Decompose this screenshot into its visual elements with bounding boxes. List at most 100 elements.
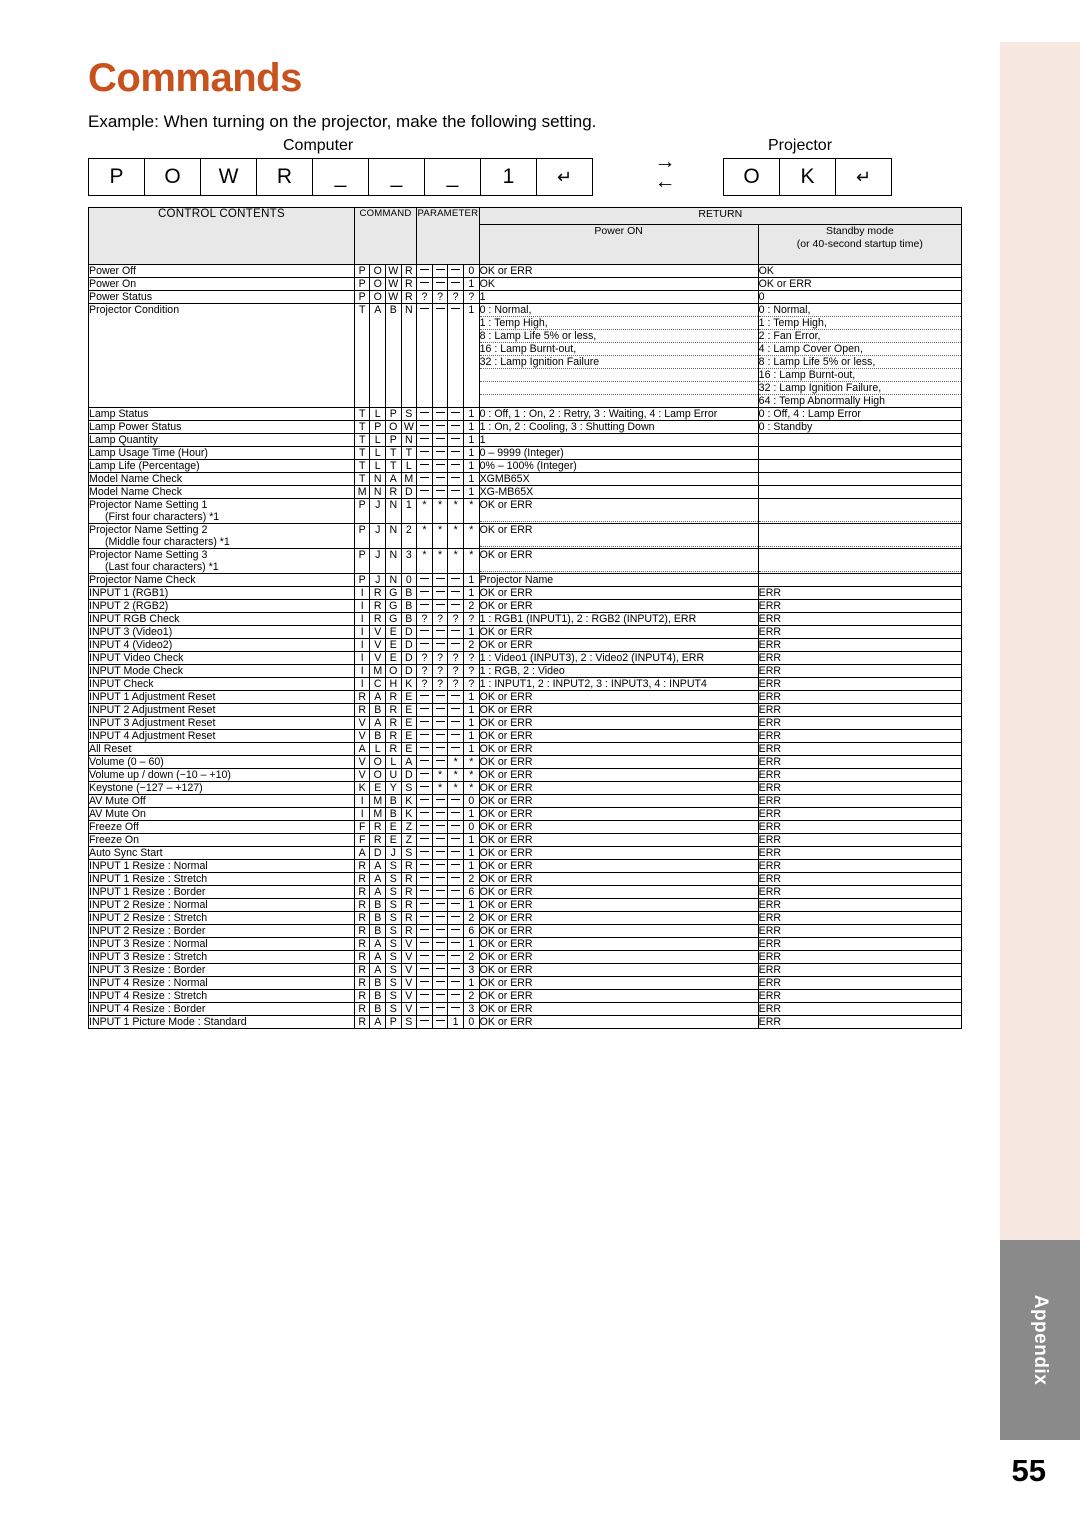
cell-command-char: A: [369, 859, 387, 873]
space-glyph: [451, 994, 461, 996]
cell-command-char: A: [369, 872, 387, 886]
cell-return-power-on: 16 : Lamp Burnt-out,: [478, 342, 759, 356]
cell-command-char: R: [353, 885, 371, 899]
cell-command-char: S: [385, 1002, 402, 1016]
cell-return-power-on: OK or ERR: [478, 497, 759, 523]
space-glyph: [435, 643, 445, 645]
cell-parameter-char: *: [416, 523, 433, 549]
cell-parameter-char: [447, 420, 464, 434]
space-glyph: [419, 929, 429, 931]
table-row: INPUT 2 Resize : Border R B S R 6 OK or ERR ERR: [88, 924, 963, 938]
cell-return-standby: 0 : Standby: [757, 420, 963, 434]
cell-return-standby: ERR: [757, 651, 963, 665]
space-glyph: [419, 591, 429, 593]
cell-return-power-on: 0% – 100% (Integer): [478, 459, 759, 473]
cell-parameter-char: 0: [463, 794, 480, 808]
cell-command-char: R: [385, 716, 402, 730]
cell-return-power-on: 0 : Normal,: [478, 303, 759, 317]
cell-return-standby: ERR: [757, 638, 963, 652]
control-contents-label: INPUT 1 (RGB1): [89, 587, 169, 599]
cell-return-standby: ERR: [757, 729, 963, 743]
cell-command-char: B: [401, 599, 418, 613]
cell-command-char: R: [353, 898, 371, 912]
key-1: 1: [480, 158, 537, 196]
table-row: AV Mute On I M B K 1 OK or ERR ERR: [88, 807, 963, 821]
cell-parameter-char: [416, 859, 433, 873]
cell-parameter-char: [416, 420, 433, 434]
cell-command-char: I: [353, 612, 371, 626]
cell-command-char: J: [385, 846, 402, 860]
cell-command-char: G: [385, 612, 402, 626]
cell-return-standby: ERR: [757, 599, 963, 613]
cell-return-power-on: OK or ERR: [478, 924, 759, 938]
cell-return-standby: ERR: [757, 833, 963, 847]
table-row: INPUT 4 Resize : Border R B S V 3 OK or ERR ERR: [88, 1002, 963, 1016]
cell-command-char: V: [401, 963, 418, 977]
table-row: Projector Name Setting 1 (First four char…: [88, 497, 963, 524]
cell-parameter-char: 3: [463, 963, 480, 977]
cell-parameter-char: ?: [432, 664, 449, 678]
cell-command-char: H: [385, 677, 402, 691]
cell-command-char: B: [369, 989, 387, 1003]
space-glyph: [435, 916, 445, 918]
cell-command-char: E: [401, 742, 418, 756]
cell-parameter-char: 2: [463, 872, 480, 886]
commands-table: CONTROL CONTENTS COMMAND PARAMETER RETUR…: [88, 206, 963, 1029]
cell-control-contents: AV Mute Off: [88, 794, 355, 808]
cell-parameter-char: [416, 807, 433, 821]
cell-command-char: R: [385, 690, 402, 704]
cell-command-char: P: [385, 433, 402, 447]
cell-control-contents: INPUT 3 Resize : Normal: [88, 937, 355, 951]
control-contents-label: INPUT 2 Resize : Border: [89, 925, 206, 937]
cell-command-char: I: [353, 638, 371, 652]
space-glyph: [451, 864, 461, 866]
space-glyph: [451, 851, 461, 853]
projector-response-keys: O K ↵: [723, 158, 892, 196]
control-contents-label: INPUT 4 Resize : Border: [89, 1003, 206, 1015]
cell-command-char: V: [353, 716, 371, 730]
cell-command-char: S: [385, 989, 402, 1003]
cell-parameter-char: [447, 729, 464, 743]
cell-control-contents: INPUT 2 Resize : Normal: [88, 898, 355, 912]
arrow-left-icon: ←: [654, 170, 676, 193]
cell-parameter-char: [432, 742, 449, 756]
cell-return-standby: 16 : Lamp Burnt-out,: [757, 368, 963, 382]
cell-command-char: R: [369, 820, 387, 834]
cell-parameter-char: ?: [432, 651, 449, 665]
cell-command-char: S: [385, 898, 402, 912]
cell-command-char: I: [353, 599, 371, 613]
cell-parameter-char: *: [432, 548, 449, 574]
cell-parameter-char: [447, 625, 464, 639]
table-row: INPUT 4 Resize : Stretch R B S V 2 OK or ERR ER…: [88, 989, 963, 1003]
cell-command-char: R: [385, 729, 402, 743]
control-contents-label: INPUT 3 Adjustment Reset: [89, 717, 216, 729]
appendix-tab: Appendix: [1000, 1240, 1080, 1440]
cell-command-char: M: [369, 794, 387, 808]
cell-control-contents: INPUT 2 Adjustment Reset: [88, 703, 355, 717]
cell-parameter-char: [416, 885, 433, 899]
cell-command-char: L: [369, 407, 387, 421]
control-contents-label: Power Off: [89, 265, 136, 277]
cell-parameter-char: 2: [463, 599, 480, 613]
cell-command-char: R: [385, 742, 402, 756]
control-contents-label: Model Name Check: [89, 486, 183, 498]
cell-parameter-char: [447, 703, 464, 717]
cell-return-standby: ERR: [757, 911, 963, 925]
cell-control-contents: Projector Condition: [88, 303, 355, 408]
table-row: INPUT Check I C H K???? 1 : INPUT1, 2 : INPUT…: [88, 677, 963, 691]
cell-parameter-char: 1: [463, 277, 480, 291]
cell-control-contents: INPUT 1 Picture Mode : Standard: [88, 1015, 355, 1029]
cell-parameter-char: ?: [416, 664, 433, 678]
space-glyph: [435, 438, 445, 440]
control-contents-label: Projector Name Setting 1: [89, 499, 208, 511]
table-row: INPUT 1 Resize : Normal R A S R 1 OK or ERR ERR: [88, 859, 963, 873]
cell-command-char: Z: [401, 833, 418, 847]
control-contents-label: Power Status: [89, 291, 153, 303]
cell-parameter-char: 1: [463, 625, 480, 639]
cell-parameter-char: [432, 872, 449, 886]
cell-return-power-on: 8 : Lamp Life 5% or less,: [478, 329, 759, 343]
cell-command-char: S: [385, 963, 402, 977]
cell-command-char: A: [369, 1015, 387, 1029]
space-glyph: [435, 269, 445, 271]
space-glyph: [419, 734, 429, 736]
